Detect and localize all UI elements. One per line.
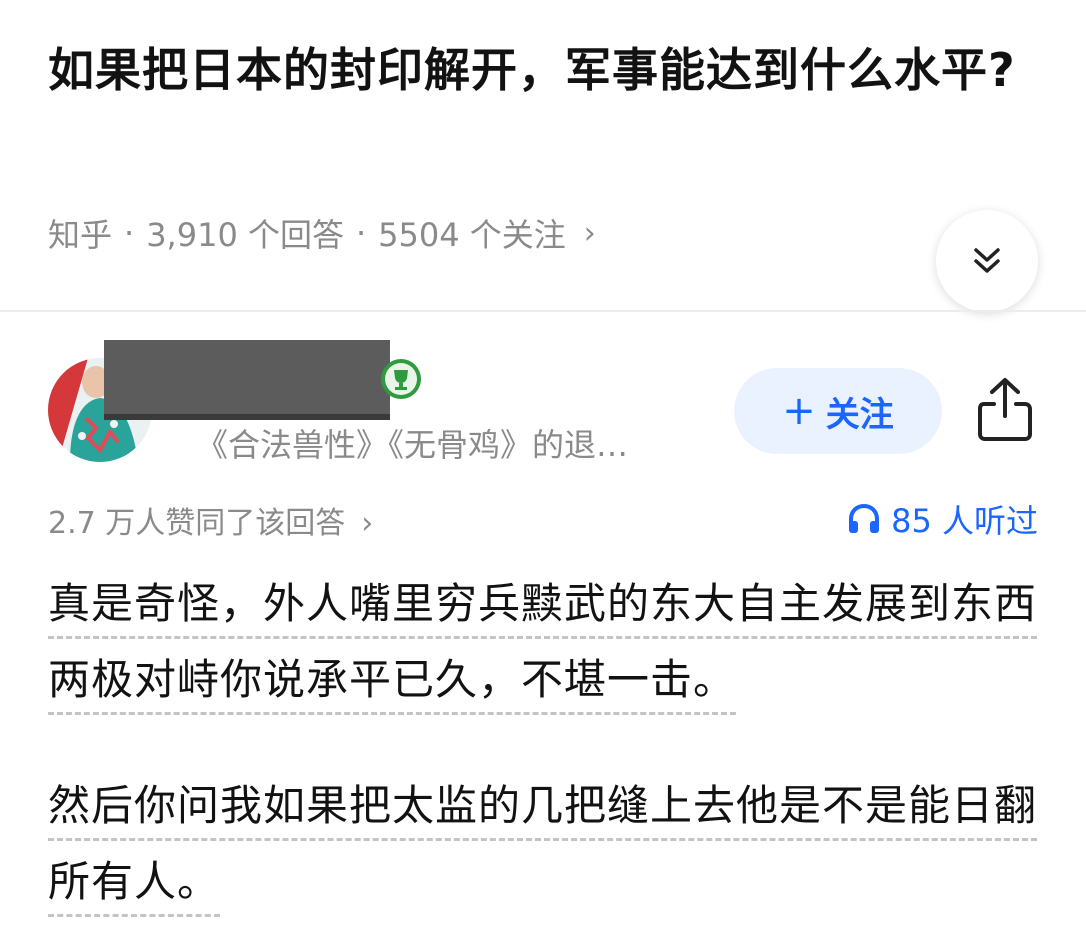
question-meta[interactable]: 知乎 · 3,910 个回答 · 5504 个关注 › [48, 210, 596, 256]
answer-count: 3,910 个回答 [146, 216, 344, 254]
plus-icon: + [782, 388, 816, 434]
section-divider [0, 310, 1086, 312]
answer-paragraph: 然后你问我如果把太监的几把缝上去他是不是能日翻所有人。 [48, 768, 1048, 920]
answer-text: 然后你问我如果把太监的几把缝上去他是不是能日翻所有人。 [48, 781, 1038, 917]
answer-paragraph: 真是奇怪，外人嘴里穷兵黩武的东大自主发展到东西两极对峙你说承平已久，不堪一击。 [48, 566, 1048, 718]
listen-summary[interactable]: 85 人听过 [847, 496, 1038, 542]
chevron-right-icon: › [361, 506, 374, 541]
expand-button[interactable] [936, 210, 1038, 312]
author-signature[interactable]: 《合法兽性》《无骨鸡》的退… [196, 420, 628, 466]
separator-dot: · [355, 214, 367, 252]
chevron-right-icon: › [583, 215, 596, 251]
trophy-badge-icon [381, 359, 421, 399]
source-label: 知乎 [48, 216, 113, 254]
author-name-redacted [104, 340, 390, 420]
question-title[interactable]: 如果把日本的封印解开，军事能达到什么水平? [48, 38, 1048, 102]
headphones-icon [849, 503, 880, 533]
separator-dot: · [124, 214, 135, 252]
double-chevron-down-icon [974, 248, 1000, 273]
upvote-summary[interactable]: 2.7 万人赞同了该回答 › [48, 498, 373, 542]
follow-button[interactable]: + 关注 [734, 368, 942, 454]
listen-count: 85 人听过 [891, 502, 1038, 540]
share-icon[interactable] [974, 376, 1036, 444]
follow-label: 关注 [825, 394, 894, 435]
answer-text: 真是奇怪，外人嘴里穷兵黩武的东大自主发展到东西两极对峙你说承平已久，不堪一击。 [48, 579, 1038, 715]
follower-count: 5504 个关注 [378, 216, 566, 254]
upvote-count: 2.7 万人赞同了该回答 [48, 506, 346, 541]
